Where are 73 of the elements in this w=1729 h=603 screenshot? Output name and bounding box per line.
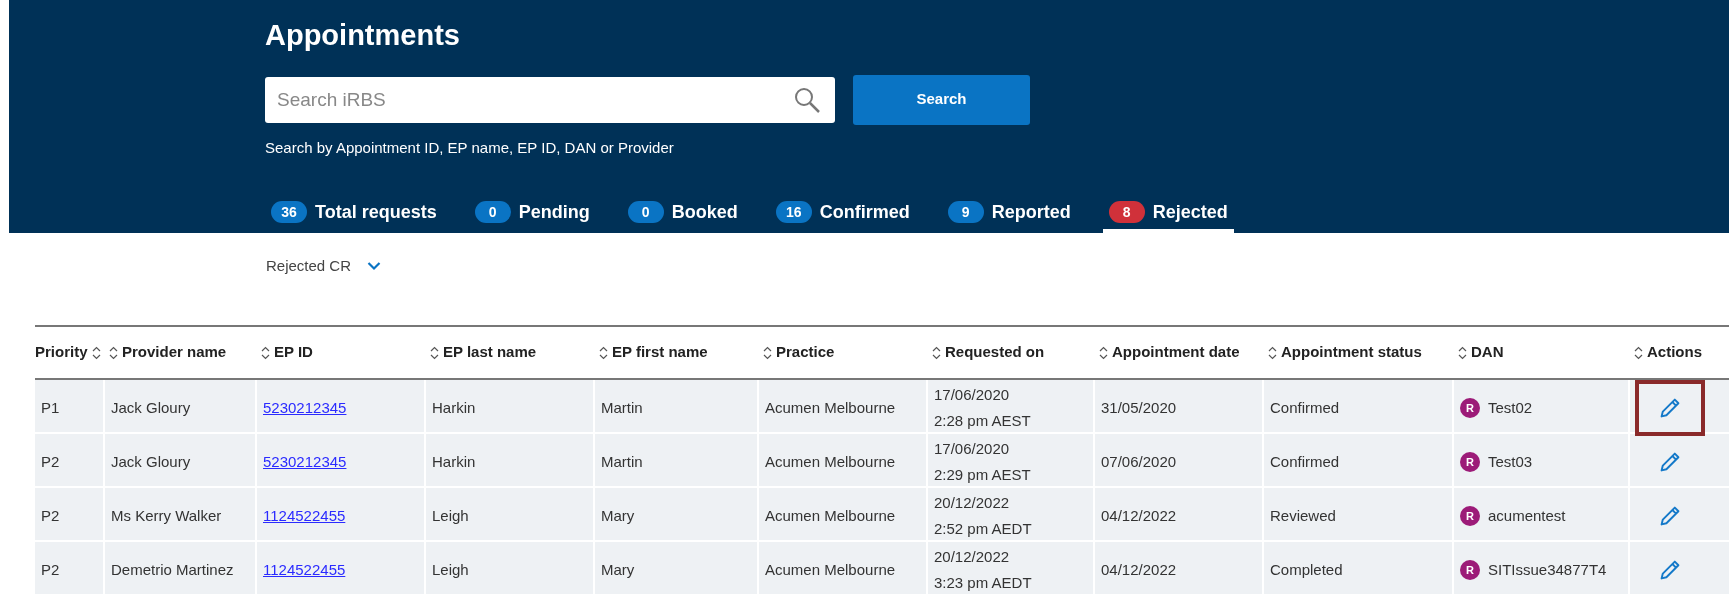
column-header[interactable]: Appointment status: [1281, 341, 1422, 364]
table-cell: Leigh: [426, 542, 595, 598]
sort-icon[interactable]: [1268, 345, 1277, 360]
pencil-icon: [1658, 558, 1682, 582]
ep-id-link[interactable]: 1124522455: [263, 558, 346, 582]
column-header[interactable]: DAN: [1471, 341, 1504, 364]
column-header[interactable]: Actions: [1647, 341, 1702, 364]
sort-icon[interactable]: [599, 345, 608, 360]
requested-time: 2:29 pm AEST: [934, 465, 1031, 485]
status-tab[interactable]: 9 Reported: [941, 195, 1077, 233]
search-field[interactable]: Search iRBS: [265, 76, 835, 123]
column-header[interactable]: EP ID: [274, 341, 313, 364]
requested-time: 2:28 pm AEST: [934, 411, 1031, 431]
dan-text: acumentest: [1488, 505, 1566, 526]
requested-date: 20/12/2022: [934, 547, 1010, 567]
sort-icon[interactable]: [91, 345, 101, 360]
count-badge: 9: [947, 201, 984, 223]
sort-icon[interactable]: [763, 345, 772, 360]
search-hint: Search by Appointment ID, EP name, EP ID, DAN or Provider: [265, 137, 675, 158]
dan-text: SITIssue34877T4: [1488, 559, 1607, 580]
table-cell: 04/12/2022: [1095, 542, 1264, 598]
dan-text: Test02: [1488, 397, 1533, 418]
dan-badge: R: [1460, 398, 1480, 418]
status-tab[interactable]: 0 Booked: [621, 195, 744, 233]
sort-icon[interactable]: [430, 345, 439, 360]
sort-icon[interactable]: [1099, 345, 1108, 360]
count-badge: 16: [775, 201, 812, 223]
status-tab[interactable]: 0 Pending: [468, 195, 596, 233]
search-icon: [793, 85, 821, 114]
ep-id-link[interactable]: 5230212345: [263, 450, 347, 474]
column-header[interactable]: Practice: [776, 341, 835, 364]
status-tab[interactable]: 36 Total requests: [265, 195, 443, 233]
requested-date: 17/06/2020: [934, 439, 1010, 459]
requested-date: 20/12/2022: [934, 493, 1010, 513]
ep-id-link[interactable]: 1124522455: [263, 504, 346, 528]
requested-date: 17/06/2020: [934, 385, 1010, 405]
page-title: Appointments: [265, 18, 461, 53]
dan-text: Test03: [1488, 451, 1533, 472]
sort-icon[interactable]: [109, 345, 118, 360]
search-button[interactable]: Search: [853, 74, 1030, 125]
count-badge: 0: [474, 201, 511, 223]
pencil-icon: [1658, 396, 1682, 420]
sort-icon[interactable]: [932, 345, 941, 360]
dan-badge: R: [1460, 506, 1480, 526]
edit-button[interactable]: [1635, 380, 1705, 436]
requested-time: 3:23 pm AEDT: [934, 573, 1032, 593]
pencil-icon: [1658, 504, 1682, 528]
status-tab[interactable]: 16 Confirmed: [769, 195, 916, 233]
filter-dropdown[interactable]: Rejected CR: [266, 255, 382, 278]
requested-time: 2:52 pm AEDT: [934, 519, 1032, 539]
pencil-icon: [1658, 450, 1682, 474]
status-tab[interactable]: 8 Rejected: [1102, 195, 1234, 233]
sort-icon[interactable]: [1634, 345, 1643, 360]
sort-icon[interactable]: [1458, 345, 1467, 360]
dan-badge: R: [1460, 560, 1480, 580]
count-badge: 8: [1108, 201, 1145, 223]
table-cell: Acumen Melbourne: [759, 542, 928, 598]
column-header[interactable]: Appointment date: [1112, 341, 1240, 364]
column-header[interactable]: Requested on: [945, 341, 1045, 364]
table-cell: Mary: [595, 542, 759, 598]
table-cell: Completed: [1264, 542, 1454, 598]
column-header[interactable]: Provider name: [122, 341, 227, 364]
dan-badge: R: [1460, 452, 1480, 472]
table-cell: Demetrio Martinez: [105, 542, 257, 598]
count-badge: 36: [271, 201, 307, 223]
column-header[interactable]: EP last name: [443, 341, 537, 364]
ep-id-link[interactable]: 5230212345: [263, 396, 347, 420]
count-badge: 0: [627, 201, 664, 223]
chevron-down-icon: [367, 261, 382, 272]
sort-icon[interactable]: [261, 345, 270, 360]
table-cell: P2: [35, 542, 105, 598]
column-header[interactable]: EP first name: [612, 341, 708, 364]
column-header[interactable]: Priority: [35, 341, 88, 364]
